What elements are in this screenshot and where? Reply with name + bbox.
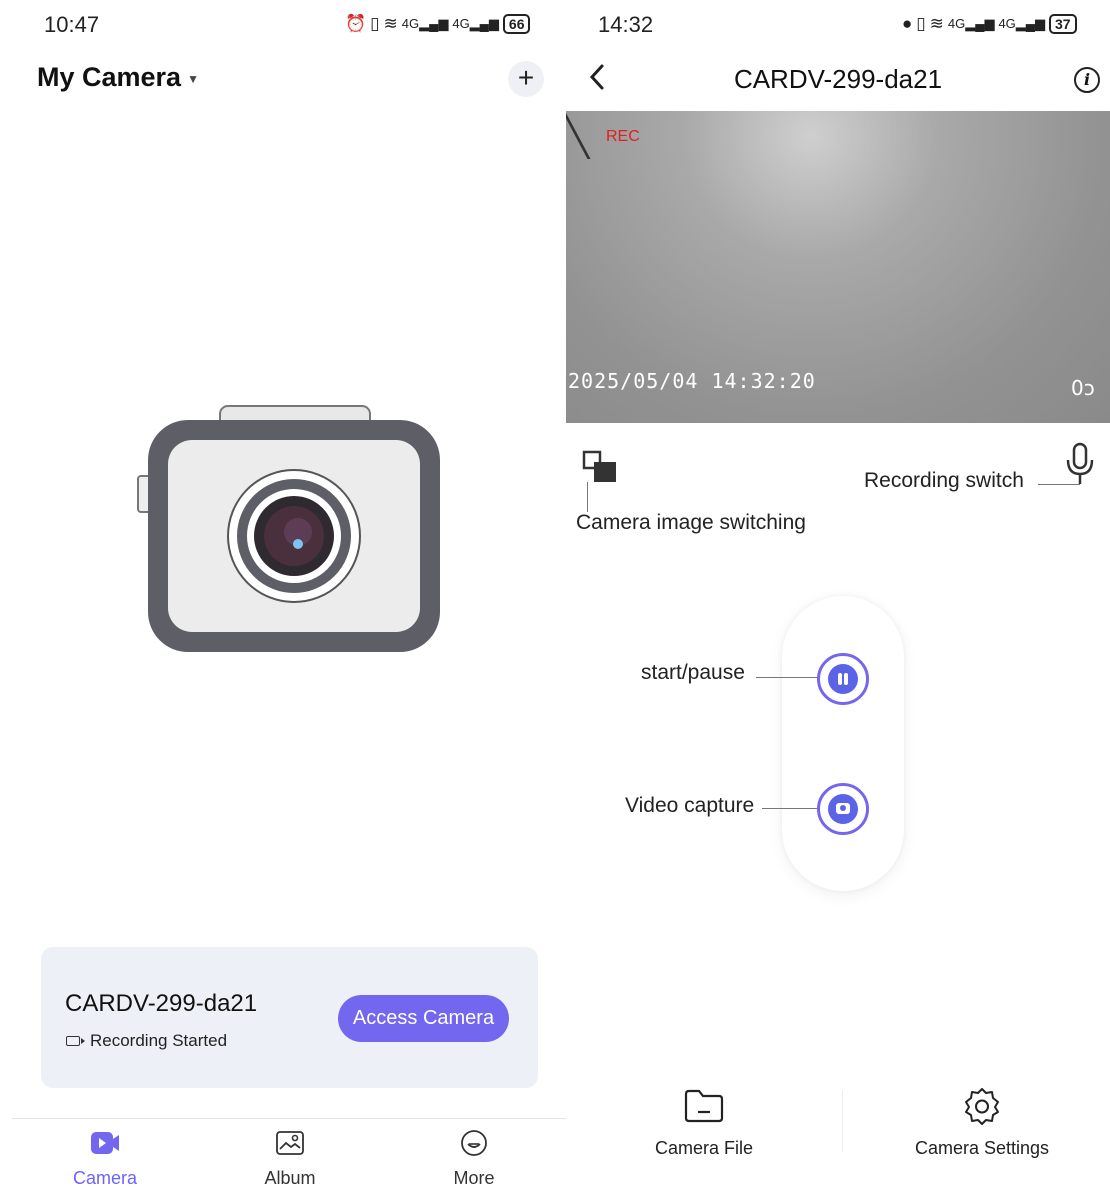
add-camera-button[interactable]: + bbox=[508, 61, 544, 97]
annotation-line bbox=[756, 677, 818, 678]
microphone-icon[interactable] bbox=[1062, 440, 1098, 488]
start-pause-annotation: start/pause bbox=[641, 661, 745, 684]
device-card[interactable]: CARDV-299-da21 Recording Started Access … bbox=[41, 947, 538, 1088]
pause-bar bbox=[844, 673, 848, 685]
tab-more[interactable]: More bbox=[424, 1128, 524, 1189]
alarm-icon: ⏰ bbox=[345, 14, 367, 33]
rec-indicator: REC bbox=[606, 128, 640, 145]
control-panel bbox=[782, 596, 904, 891]
signal-icon: 4G▂▄▆ bbox=[947, 16, 995, 31]
live-video-view[interactable]: REC 2025/05/04 14:32:20 0ɔ bbox=[566, 111, 1110, 423]
recording-switch-annotation: Recording switch bbox=[864, 469, 1024, 492]
status-bar: 14:32 ● ▯ ≋ 4G▂▄▆ 4G▂▄▆ 37 bbox=[566, 12, 1110, 40]
info-icon: i bbox=[1083, 70, 1091, 89]
location-icon: ● bbox=[902, 14, 913, 33]
gear-icon bbox=[965, 1088, 999, 1125]
camera-live-screen: 14:32 ● ▯ ≋ 4G▂▄▆ 4G▂▄▆ 37 CARDV-299-da2… bbox=[566, 0, 1110, 1189]
vibrate-icon: ▯ bbox=[916, 14, 926, 33]
battery-indicator: 66 bbox=[502, 14, 531, 34]
video-capture-annotation: Video capture bbox=[625, 794, 755, 817]
wifi-icon: ≋ bbox=[383, 14, 398, 33]
camera-icon bbox=[828, 794, 858, 824]
status-time: 14:32 bbox=[598, 12, 654, 37]
camera-file-label: Camera File bbox=[654, 1138, 754, 1158]
fullscreen-toggle[interactable]: 0ɔ bbox=[1071, 376, 1095, 400]
page-title: My Camera bbox=[37, 62, 182, 92]
start-pause-button[interactable] bbox=[817, 653, 869, 705]
info-button[interactable]: i bbox=[1074, 67, 1100, 93]
tab-label: More bbox=[453, 1168, 495, 1188]
annotation-line bbox=[762, 808, 818, 809]
battery-indicator: 37 bbox=[1049, 14, 1077, 34]
tab-label: Camera bbox=[72, 1168, 138, 1188]
video-timestamp: 2025/05/04 14:32:20 bbox=[568, 369, 816, 393]
video-camera-icon bbox=[66, 1036, 85, 1046]
smile-icon bbox=[461, 1130, 487, 1156]
camera-illustration bbox=[137, 405, 440, 652]
bottom-divider bbox=[842, 1090, 843, 1152]
pause-icon bbox=[828, 664, 858, 694]
image-icon bbox=[276, 1131, 304, 1155]
my-camera-screen: 10:47 ⏰ ▯ ≋ 4G▂▄▆ 4G▂▄▆ 66 My Camera ▼ + … bbox=[0, 0, 566, 1189]
tab-bar-divider bbox=[12, 1118, 566, 1119]
capture-button[interactable] bbox=[817, 783, 869, 835]
camera-selector[interactable]: My Camera ▼ bbox=[37, 62, 199, 93]
camera-switch-icon[interactable] bbox=[582, 450, 618, 484]
tab-camera[interactable]: Camera bbox=[55, 1128, 155, 1189]
pause-bar bbox=[838, 673, 842, 685]
signal-icon: 4G▂▄▆ bbox=[401, 16, 449, 31]
camera-switch-annotation: Camera image switching bbox=[576, 511, 806, 534]
camera-settings-button[interactable]: Camera Settings bbox=[882, 1086, 1082, 1159]
annotation-line bbox=[587, 482, 588, 512]
access-camera-button[interactable]: Access Camera bbox=[338, 995, 509, 1042]
camera-lens bbox=[836, 803, 850, 814]
wifi-icon: ≋ bbox=[929, 14, 944, 33]
video-camera-icon bbox=[91, 1132, 119, 1154]
vibrate-icon: ▯ bbox=[370, 14, 380, 33]
status-icons: ● ▯ ≋ 4G▂▄▆ 4G▂▄▆ 37 bbox=[902, 14, 1077, 34]
signal-icon-2: 4G▂▄▆ bbox=[452, 16, 499, 31]
camera-settings-label: Camera Settings bbox=[914, 1138, 1050, 1158]
recording-status: Recording Started bbox=[66, 1031, 227, 1051]
camera-file-button[interactable]: Camera File bbox=[604, 1086, 804, 1159]
recording-status-label: Recording Started bbox=[90, 1031, 228, 1050]
device-name: CARDV-299-da21 bbox=[65, 990, 258, 1017]
caret-down-icon: ▼ bbox=[187, 71, 199, 86]
tab-label: Album bbox=[264, 1168, 316, 1188]
page-title: CARDV-299-da21 bbox=[733, 64, 943, 94]
signal-icon-2: 4G▂▄▆ bbox=[998, 16, 1046, 31]
tab-album[interactable]: Album bbox=[240, 1128, 340, 1189]
status-bar: 10:47 ⏰ ▯ ≋ 4G▂▄▆ 4G▂▄▆ 66 bbox=[0, 12, 566, 40]
folder-icon bbox=[684, 1089, 724, 1123]
status-time: 10:47 bbox=[44, 12, 100, 37]
status-icons: ⏰ ▯ ≋ 4G▂▄▆ 4G▂▄▆ 66 bbox=[345, 14, 531, 34]
